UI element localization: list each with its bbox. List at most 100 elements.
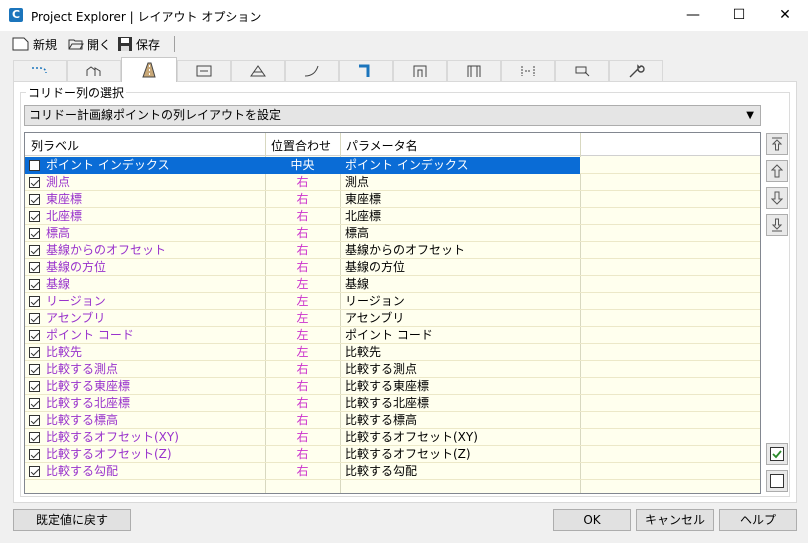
alignment-cell[interactable]: 右 (265, 191, 340, 208)
row-checkbox[interactable] (29, 262, 40, 273)
tab-surface[interactable] (231, 60, 285, 81)
row-checkbox[interactable] (29, 313, 40, 324)
table-row[interactable]: 測点右測点 (25, 174, 760, 191)
tab-dimension[interactable] (501, 60, 555, 81)
table-row[interactable]: 基線左基線 (25, 276, 760, 293)
alignment-icon (32, 67, 47, 74)
row-checkbox[interactable] (29, 279, 40, 290)
table-row[interactable]: 比較する測点右比較する測点 (25, 361, 760, 378)
column-label-text: 比較するオフセット(XY) (46, 430, 179, 444)
table-row[interactable]: 東座標右東座標 (25, 191, 760, 208)
table-row[interactable]: 比較する標高右比較する標高 (25, 412, 760, 429)
alignment-cell[interactable]: 左 (265, 276, 340, 293)
header-alignment[interactable]: 位置合わせ (271, 137, 331, 154)
parameter-name-cell: ポイント コード (345, 328, 433, 342)
header-column-label[interactable]: 列ラベル (31, 137, 79, 154)
tab-curve[interactable] (285, 60, 339, 81)
table-row[interactable]: 比較先左比較先 (25, 344, 760, 361)
table-row[interactable]: 基線の方位右基線の方位 (25, 259, 760, 276)
alignment-cell[interactable]: 右 (265, 463, 340, 480)
row-checkbox[interactable] (29, 296, 40, 307)
alignment-cell[interactable]: 右 (265, 259, 340, 276)
row-checkbox[interactable] (29, 347, 40, 358)
move-bottom-button[interactable] (766, 214, 788, 236)
row-checkbox[interactable] (29, 466, 40, 477)
table-row[interactable]: リージョン左リージョン (25, 293, 760, 310)
move-down-button[interactable] (766, 187, 788, 209)
row-checkbox[interactable] (29, 398, 40, 409)
parameter-name-cell: 比較する勾配 (345, 464, 418, 478)
alignment-cell[interactable]: 右 (265, 225, 340, 242)
table-row[interactable]: 北座標右北座標 (25, 208, 760, 225)
row-checkbox[interactable] (29, 194, 40, 205)
row-checkbox[interactable] (29, 160, 40, 171)
cancel-button[interactable]: キャンセル (636, 509, 714, 531)
group-label: コリドー列の選択 (26, 84, 127, 101)
ok-button[interactable]: OK (553, 509, 631, 531)
alignment-cell[interactable]: 右 (265, 395, 340, 412)
row-checkbox[interactable] (29, 245, 40, 256)
column-label-cell: 比較先 (25, 344, 265, 361)
table-row[interactable]: ポイント コード左ポイント コード (25, 327, 760, 344)
alignment-cell[interactable]: 左 (265, 344, 340, 361)
move-up-button[interactable] (766, 160, 788, 182)
save-disk-icon (118, 37, 132, 51)
alignment-cell[interactable]: 左 (265, 310, 340, 327)
row-checkbox[interactable] (29, 432, 40, 443)
row-checkbox[interactable] (29, 177, 40, 188)
row-checkbox[interactable] (29, 330, 40, 341)
table-row[interactable]: アセンブリ左アセンブリ (25, 310, 760, 327)
alignment-cell[interactable]: 中央 (265, 157, 340, 174)
move-top-button[interactable] (766, 133, 788, 155)
alignment-cell[interactable]: 右 (265, 429, 340, 446)
alignment-cell[interactable]: 右 (265, 378, 340, 395)
row-checkbox[interactable] (29, 415, 40, 426)
alignment-cell[interactable]: 右 (265, 412, 340, 429)
save-button[interactable]: 保存 (117, 34, 160, 54)
table-row[interactable]: 標高右標高 (25, 225, 760, 242)
help-button[interactable]: ヘルプ (719, 509, 797, 531)
tab-structure-alt[interactable] (447, 60, 501, 81)
tab-profile[interactable] (67, 60, 121, 81)
tab-alignment[interactable] (13, 60, 67, 81)
layout-combo[interactable]: コリドー計画線ポイントの列レイアウトを設定 ▼ (24, 105, 761, 126)
alignment-cell[interactable]: 右 (265, 361, 340, 378)
column-label-text: 比較する標高 (46, 413, 119, 427)
tab-pipe[interactable] (339, 60, 393, 81)
table-row[interactable]: 基線からのオフセット右基線からのオフセット (25, 242, 760, 259)
new-button[interactable]: 新規 (12, 34, 57, 54)
alignment-cell[interactable]: 右 (265, 446, 340, 463)
row-checkbox[interactable] (29, 449, 40, 460)
check-all-button[interactable] (766, 443, 788, 465)
alignment-cell[interactable]: 右 (265, 208, 340, 225)
alignment-cell[interactable]: 右 (265, 242, 340, 259)
minimize-button[interactable]: — (670, 0, 716, 31)
alignment-cell[interactable]: 左 (265, 327, 340, 344)
tab-point[interactable] (555, 60, 609, 81)
table-row[interactable]: 比較する勾配右比較する勾配 (25, 463, 760, 480)
alignment-cell[interactable]: 右 (265, 174, 340, 191)
row-checkbox[interactable] (29, 211, 40, 222)
close-button[interactable]: ✕ (762, 0, 808, 31)
tab-section[interactable] (177, 60, 231, 81)
header-parameter-name[interactable]: パラメータ名 (346, 137, 418, 154)
tab-corridor[interactable] (121, 57, 177, 82)
row-checkbox[interactable] (29, 381, 40, 392)
column-label-cell: 北座標 (25, 208, 265, 225)
table-row[interactable]: 比較する東座標右比較する東座標 (25, 378, 760, 395)
tab-settings[interactable] (609, 60, 663, 81)
grid-header: 列ラベル 位置合わせ パラメータ名 (25, 133, 760, 156)
row-checkbox[interactable] (29, 364, 40, 375)
table-row[interactable]: ポイント インデックス 中央 ポイント インデックス (25, 157, 760, 174)
uncheck-all-button[interactable] (766, 470, 788, 492)
tab-structure[interactable] (393, 60, 447, 81)
table-row[interactable]: 比較するオフセット(XY) 右比較するオフセット(XY) (25, 429, 760, 446)
open-button[interactable]: 開く (68, 34, 111, 54)
table-row[interactable]: 比較する北座標右比較する北座標 (25, 395, 760, 412)
maximize-button[interactable]: ☐ (716, 0, 762, 31)
table-row[interactable]: 比較するオフセット(Z) 右比較するオフセット(Z) (25, 446, 760, 463)
column-label-text: 比較する東座標 (46, 379, 131, 393)
row-checkbox[interactable] (29, 228, 40, 239)
reset-defaults-button[interactable]: 既定値に戻す (13, 509, 131, 531)
alignment-cell[interactable]: 左 (265, 293, 340, 310)
